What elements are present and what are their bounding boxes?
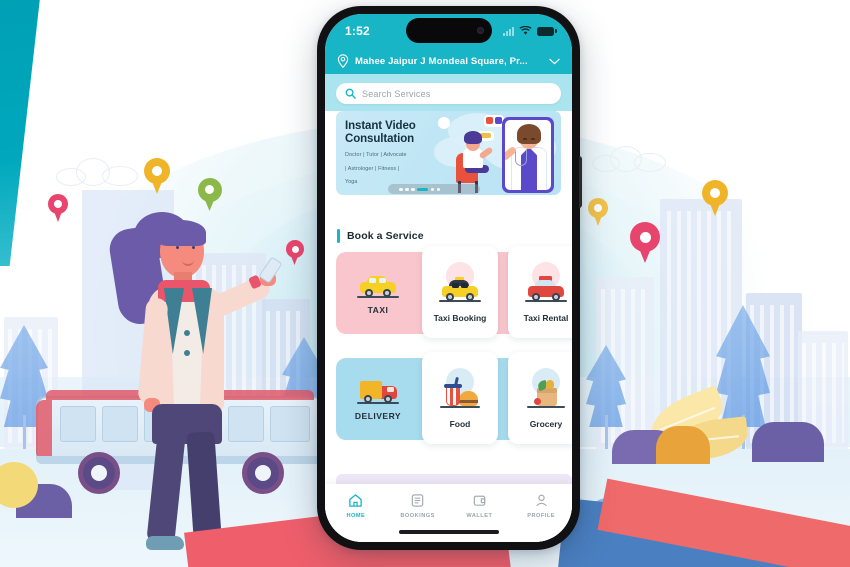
phone-screen: 1:52 Mahee Jaipur J Mondeal Square, Pr..… bbox=[325, 14, 572, 542]
next-section-peek bbox=[336, 474, 572, 484]
location-pin-icon bbox=[337, 54, 349, 68]
bubble-dot-purple bbox=[495, 117, 502, 124]
rental-car-icon bbox=[525, 275, 567, 302]
teal-corner-wedge bbox=[0, 0, 40, 266]
profile-person-icon bbox=[535, 494, 547, 507]
service-label-taxi-rental: Taxi Rental bbox=[523, 312, 569, 323]
map-pin-icon bbox=[286, 240, 304, 265]
banner-subtitle-line3: Yoga bbox=[345, 179, 358, 186]
services-sheet: Book a Service TAXI Taxi Booking Taxi Re… bbox=[325, 219, 572, 542]
category-row-taxi: TAXI Taxi Booking Taxi Rental bbox=[336, 246, 572, 344]
category-label-taxi: TAXI bbox=[367, 304, 389, 315]
taxi-car-icon bbox=[357, 272, 399, 298]
nav-label-bookings: BOOKINGS bbox=[400, 513, 435, 519]
bookings-list-icon bbox=[411, 494, 424, 507]
banner-title-line1: Instant Video bbox=[345, 120, 416, 132]
service-card-taxi-booking[interactable]: Taxi Booking bbox=[422, 246, 498, 338]
delivery-truck-icon bbox=[357, 378, 399, 404]
search-section: Search Services bbox=[325, 74, 572, 111]
banner-subtitle-line1: Doctor | Tutor | Advocate bbox=[345, 152, 407, 159]
wallet-icon bbox=[473, 495, 486, 506]
home-icon bbox=[349, 494, 363, 507]
battery-icon bbox=[537, 26, 557, 36]
taxi-cab-icon bbox=[439, 276, 481, 302]
cloud-icon bbox=[56, 158, 142, 186]
wifi-icon bbox=[519, 26, 532, 35]
bush-decoration bbox=[656, 426, 710, 464]
map-pin-icon bbox=[630, 222, 660, 263]
phone-mockup: 1:52 Mahee Jaipur J Mondeal Square, Pr..… bbox=[317, 6, 582, 550]
section-title: Book a Service bbox=[347, 230, 424, 242]
status-time: 1:52 bbox=[345, 24, 370, 38]
woman-with-phone-illustration bbox=[106, 210, 283, 550]
section-accent-bar bbox=[337, 229, 340, 243]
map-pin-icon bbox=[198, 178, 222, 211]
grocery-bag-icon bbox=[525, 379, 567, 408]
bubble-dot-red bbox=[486, 117, 493, 124]
nav-label-profile: PROFILE bbox=[527, 513, 555, 519]
carousel-dots[interactable] bbox=[399, 187, 440, 191]
cloud-icon bbox=[592, 146, 670, 172]
nav-label-wallet: WALLET bbox=[466, 513, 493, 519]
service-label-food: Food bbox=[449, 418, 471, 429]
service-label-taxi-booking: Taxi Booking bbox=[433, 312, 487, 323]
nav-item-wallet[interactable]: WALLET bbox=[449, 493, 511, 519]
service-label-grocery: Grocery bbox=[529, 418, 563, 429]
section-header: Book a Service bbox=[325, 219, 572, 243]
nav-item-home[interactable]: HOME bbox=[325, 493, 387, 519]
promo-scene: 1:52 Mahee Jaipur J Mondeal Square, Pr..… bbox=[0, 0, 850, 567]
nav-item-profile[interactable]: PROFILE bbox=[510, 493, 572, 519]
map-pin-icon bbox=[588, 198, 608, 226]
banner-subtitle-line2: | Astrologer | Fitness | bbox=[345, 165, 400, 172]
video-call-phone-illustration bbox=[502, 117, 554, 193]
service-card-food[interactable]: Food bbox=[422, 352, 498, 444]
search-icon bbox=[345, 88, 356, 99]
map-pin-icon bbox=[144, 158, 170, 194]
signal-bars-icon bbox=[503, 26, 514, 36]
bush-decoration bbox=[752, 422, 824, 462]
food-burger-drink-icon bbox=[439, 376, 481, 408]
service-card-grocery[interactable]: Grocery bbox=[508, 352, 572, 444]
banner-title-line2: Consultation bbox=[345, 133, 415, 146]
home-indicator[interactable] bbox=[398, 530, 499, 534]
map-pin-icon bbox=[702, 180, 728, 216]
service-card-taxi-rental[interactable]: Taxi Rental bbox=[508, 246, 572, 338]
location-header[interactable]: Mahee Jaipur J Mondeal Square, Pr... bbox=[325, 48, 572, 74]
map-pin-icon bbox=[48, 194, 68, 222]
search-input[interactable]: Search Services bbox=[336, 83, 561, 104]
chevron-down-icon[interactable] bbox=[549, 58, 560, 65]
dynamic-island bbox=[405, 18, 492, 43]
nav-item-bookings[interactable]: BOOKINGS bbox=[387, 493, 449, 519]
status-bar: 1:52 bbox=[325, 14, 572, 48]
category-label-delivery: DELIVERY bbox=[354, 410, 402, 421]
nav-label-home: HOME bbox=[346, 513, 366, 519]
patient-illustration bbox=[462, 131, 494, 175]
promo-banner-carousel[interactable]: Instant Video Consultation Doctor | Tuto… bbox=[336, 111, 561, 195]
search-placeholder: Search Services bbox=[362, 88, 431, 99]
banner-text-block: Instant Video Consultation Doctor | Tuto… bbox=[345, 120, 457, 187]
location-address: Mahee Jaipur J Mondeal Square, Pr... bbox=[355, 55, 528, 67]
category-row-delivery: DELIVERY Food Grocery bbox=[336, 352, 572, 450]
